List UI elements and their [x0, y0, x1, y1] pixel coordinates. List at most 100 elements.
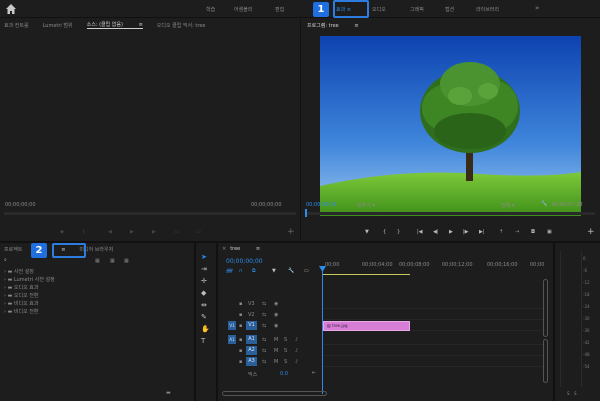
divider-vertical-meter[interactable]	[553, 243, 555, 401]
program-add-button[interactable]: +	[587, 227, 595, 237]
meter-solo-button[interactable]: S	[567, 391, 570, 396]
mix-end-icon[interactable]: ⇤	[312, 370, 316, 376]
v3-lane[interactable]	[323, 299, 545, 309]
program-mark-out-icon[interactable]: }	[397, 229, 400, 235]
wrench-icon[interactable]: 🔧	[541, 201, 547, 207]
source-step-back-icon[interactable]: ◀	[108, 229, 112, 235]
divider-vertical-bottom[interactable]	[194, 243, 196, 401]
source-overwrite-icon[interactable]: ▭	[196, 229, 201, 235]
eye-icon[interactable]: ◉	[274, 323, 278, 329]
track-label[interactable]: V2	[248, 312, 255, 318]
program-fit-dropdown[interactable]: 맞추기 ▾	[357, 202, 375, 209]
audio-tracks-scrollbar[interactable]	[543, 339, 548, 383]
solo-button[interactable]: S	[284, 348, 287, 354]
voiceover-icon[interactable]: ♪	[295, 359, 298, 365]
tree-item-presets[interactable]: › ▬ 사전 설정	[4, 268, 184, 276]
program-scrubber[interactable]	[305, 209, 595, 217]
lock-icon[interactable]: ▪	[239, 301, 242, 307]
divider-horizontal[interactable]	[0, 241, 600, 243]
source-add-button[interactable]: +	[287, 227, 295, 237]
eye-icon[interactable]: ◉	[274, 312, 278, 318]
timeline-ruler[interactable]: 00;00 00;00;04;00 00;00;08;00 00;00;12;0…	[322, 262, 550, 275]
tab-source[interactable]: 소스: (클립 없음) ≡	[86, 21, 143, 29]
linked-selection-icon[interactable]: ⧉	[252, 268, 256, 274]
track-label[interactable]: A2	[246, 346, 257, 355]
track-label[interactable]: A3	[246, 357, 257, 366]
solo-button[interactable]: S	[284, 337, 287, 343]
timeline-close-icon[interactable]: ×	[222, 246, 226, 252]
workspace-tab-libraries[interactable]: 라이브러리	[476, 6, 499, 13]
lock-icon[interactable]: ▪	[239, 348, 242, 354]
lock-icon[interactable]: ▪	[239, 337, 242, 343]
sync-lock-icon[interactable]: ⇆	[262, 348, 266, 354]
track-label[interactable]: V3	[248, 301, 255, 307]
mix-value[interactable]: 0.0	[280, 371, 288, 377]
workspace-tab-audio[interactable]: 오디오	[372, 6, 386, 13]
accelerated-effects-icon[interactable]: ▦	[110, 258, 115, 264]
video-tracks-scrollbar[interactable]	[543, 279, 548, 337]
tab-sequence[interactable]: tree ≡	[230, 246, 260, 252]
add-marker-icon[interactable]: ▼	[272, 268, 276, 274]
program-go-out-icon[interactable]: ▶|	[479, 229, 485, 235]
workspace-tab-assembly[interactable]: 어셈블리	[234, 6, 252, 13]
tab-lumetri-scopes[interactable]: Lumetri 범위	[43, 22, 73, 29]
timeline-wrench-icon[interactable]: 🔧	[288, 268, 294, 274]
program-marker-icon[interactable]: ▼	[365, 229, 369, 235]
solo-button[interactable]: S	[284, 359, 287, 365]
program-step-back-icon[interactable]: ◀|	[433, 229, 439, 235]
workspace-tab-captions[interactable]: 캡션	[445, 6, 454, 13]
mute-button[interactable]: M	[274, 348, 278, 354]
program-go-in-icon[interactable]: |◀	[417, 229, 423, 235]
tab-effect-controls[interactable]: 효과 컨트롤	[4, 22, 29, 29]
sync-lock-icon[interactable]: ⇆	[262, 323, 266, 329]
source-timecode-left[interactable]: 00;00;00;00	[5, 202, 36, 208]
track-label[interactable]: V1	[246, 321, 257, 330]
workspace-tab-graphics[interactable]: 그래픽	[410, 6, 424, 13]
nest-toggle-icon[interactable]: ᚏ	[226, 268, 233, 274]
meter-solo-button[interactable]: S	[574, 391, 577, 396]
voiceover-icon[interactable]: ♪	[295, 348, 298, 354]
razor-tool-icon[interactable]: ◆	[201, 287, 211, 299]
search-icon[interactable]: ⌕	[4, 257, 7, 263]
lock-icon[interactable]: ▪	[239, 323, 242, 329]
program-lift-icon[interactable]: ⇡	[499, 229, 503, 235]
program-extract-icon[interactable]: ⇢	[515, 229, 519, 235]
program-compare-icon[interactable]: ▣	[547, 229, 552, 235]
source-step-forward-icon[interactable]: ▶	[152, 229, 156, 235]
tab-audio-clip-mixer[interactable]: 오디오 클립 믹서: tree	[157, 22, 206, 29]
workspace-more-button[interactable]: »	[535, 4, 539, 12]
v2-lane[interactable]	[323, 310, 545, 320]
source-mark-out-icon[interactable]: {	[82, 229, 85, 235]
work-area-bar[interactable]	[322, 274, 410, 275]
workspace-tab-learn[interactable]: 학습	[206, 6, 215, 13]
tree-item-audio-effects[interactable]: › ▬ 오디오 효과	[4, 284, 184, 292]
program-step-forward-icon[interactable]: |▶	[463, 229, 469, 235]
program-play-icon[interactable]: ▶	[449, 229, 453, 235]
source-scrubber[interactable]	[4, 212, 296, 215]
program-mark-in-icon[interactable]: {	[383, 229, 386, 235]
source-insert-icon[interactable]: ▭	[174, 229, 179, 235]
eye-icon[interactable]: ◉	[274, 301, 278, 307]
camera-icon[interactable]: ◘	[531, 229, 535, 235]
snap-icon[interactable]: ∩	[239, 268, 243, 274]
program-playhead[interactable]	[305, 209, 307, 217]
lock-icon[interactable]: ▪	[239, 312, 242, 318]
tree-item-audio-transitions[interactable]: › ▬ 오디오 전환	[4, 292, 184, 300]
divider-vertical-tools[interactable]	[216, 243, 218, 401]
a2-lane[interactable]	[323, 346, 545, 356]
program-quality-dropdown[interactable]: 전체 ▾	[501, 202, 514, 209]
new-bin-icon[interactable]: ▬	[166, 390, 171, 396]
source-patch-a1[interactable]: A1	[228, 335, 236, 344]
ripple-edit-tool-icon[interactable]: ✛	[201, 275, 211, 287]
sync-lock-icon[interactable]: ⇆	[262, 337, 266, 343]
source-play-icon[interactable]: ▶	[130, 229, 134, 235]
tree-item-lumetri-presets[interactable]: › ▬ Lumetri 사전 설정	[4, 276, 184, 284]
voiceover-icon[interactable]: ♪	[295, 337, 298, 343]
tree-item-video-transitions[interactable]: › ▬ 비디오 전환	[4, 308, 184, 316]
workspace-tab-edit[interactable]: 편집	[275, 6, 284, 13]
hand-tool-icon[interactable]: ✋	[201, 323, 211, 335]
slip-tool-icon[interactable]: ⇹	[201, 299, 211, 311]
a3-lane[interactable]	[323, 357, 545, 367]
lock-icon[interactable]: ▪	[239, 359, 242, 365]
pen-tool-icon[interactable]: ✎	[201, 311, 211, 323]
